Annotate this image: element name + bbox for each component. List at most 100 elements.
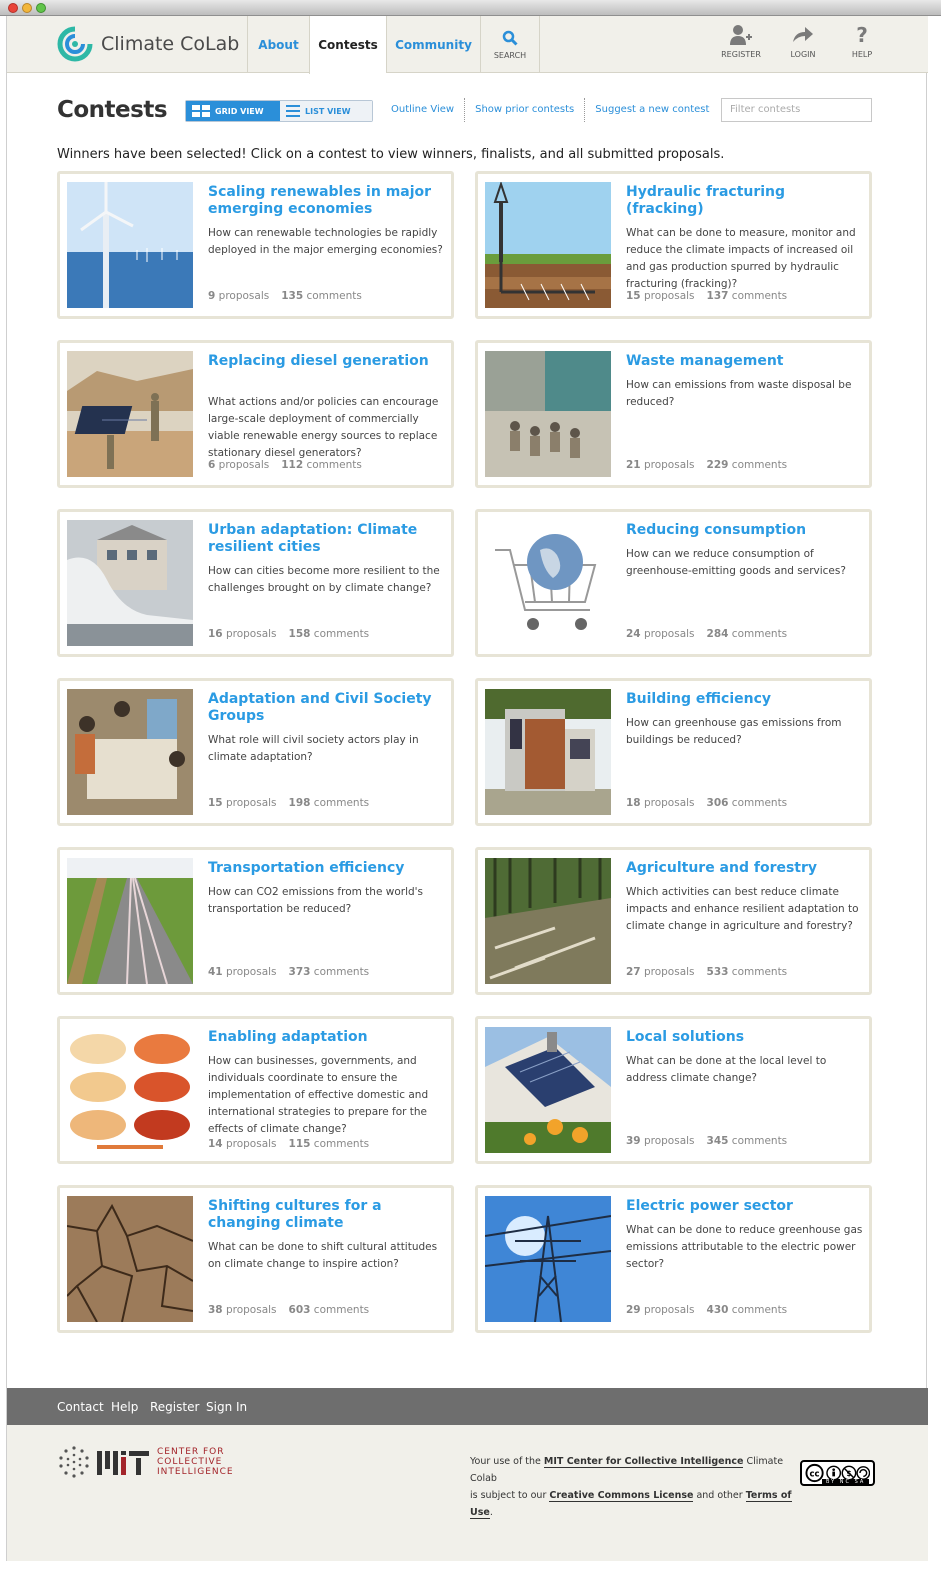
mit-cci-link[interactable]: MIT Center for Collective Intelligence	[543, 1456, 744, 1468]
comment-count: 533	[706, 966, 729, 978]
solar-roof-image	[485, 1027, 611, 1153]
logged-forest-image	[485, 858, 611, 984]
comment-count: 284	[706, 628, 729, 640]
contest-thumbnail[interactable]	[67, 182, 193, 308]
contest-card[interactable]: Building efficiency How can greenhouse ga…	[475, 678, 872, 826]
contest-title[interactable]: Agriculture and forestry	[626, 860, 866, 877]
contest-stats: 9 proposals 135 comments	[208, 290, 362, 302]
contest-title[interactable]: Shifting cultures for a changing climate	[208, 1198, 448, 1232]
contest-card[interactable]: Scaling renewables in major emerging eco…	[57, 171, 454, 319]
contest-thumbnail[interactable]	[67, 520, 193, 646]
creative-commons-badge[interactable]: cc $ BY NC SA	[800, 1460, 875, 1486]
contest-title[interactable]: Building efficiency	[626, 691, 866, 708]
contest-title[interactable]: Urban adaptation: Climate resilient citi…	[208, 522, 448, 556]
contest-card[interactable]: Electric power sector What can be done to…	[475, 1185, 872, 1333]
mit-cci-logo[interactable]: CENTER FOR COLLECTIVE INTELLIGENCE	[57, 1445, 234, 1479]
contest-stats: 16 proposals 158 comments	[208, 628, 369, 640]
contest-thumbnail[interactable]	[67, 1196, 193, 1322]
contest-title[interactable]: Waste management	[626, 353, 866, 370]
contest-thumbnail[interactable]	[485, 689, 611, 815]
contest-card[interactable]: Local solutions What can be done at the l…	[475, 1016, 872, 1164]
contest-thumbnail[interactable]	[485, 1027, 611, 1153]
contest-thumbnail[interactable]	[67, 1027, 193, 1153]
grid-view-button[interactable]: GRID VIEW	[186, 101, 280, 121]
comment-count: 158	[288, 628, 311, 640]
list-view-button[interactable]: LIST VIEW	[280, 101, 372, 121]
suggest-contest-link[interactable]: Suggest a new contest	[585, 98, 719, 122]
contest-card[interactable]: Transportation efficiency How can CO2 emi…	[57, 847, 454, 995]
contest-card[interactable]: Enabling adaptation How can businesses, g…	[57, 1016, 454, 1164]
nav-community[interactable]: Community	[386, 16, 480, 73]
proposal-count: 29	[626, 1304, 641, 1316]
minimize-window-button[interactable]	[22, 3, 32, 13]
contest-thumbnail[interactable]	[67, 351, 193, 477]
contest-stats: 21 proposals 229 comments	[626, 459, 787, 471]
proposals-label: proposals	[643, 1304, 695, 1316]
help-button[interactable]: ? HELP	[837, 24, 887, 59]
contest-card[interactable]: Hydraulic fracturing (fracking) What can …	[475, 171, 872, 319]
contest-description: How can CO2 emissions from the world's t…	[208, 886, 424, 915]
nav-search[interactable]: SEARCH	[480, 16, 540, 73]
proposals-label: proposals	[218, 290, 270, 302]
contest-card[interactable]: Waste management How can emissions from w…	[475, 340, 872, 488]
register-button[interactable]: REGISTER	[716, 24, 766, 59]
comments-label: comments	[306, 459, 362, 471]
zoom-window-button[interactable]	[36, 3, 46, 13]
contest-card[interactable]: Agriculture and forestry Which activities…	[475, 847, 872, 995]
contest-title[interactable]: Scaling renewables in major emerging eco…	[208, 184, 448, 218]
contest-title[interactable]: Reducing consumption	[626, 522, 866, 539]
contest-stats: 39 proposals 345 comments	[626, 1135, 787, 1147]
close-window-button[interactable]	[8, 3, 18, 13]
contest-title[interactable]: Enabling adaptation	[208, 1029, 448, 1046]
outline-view-link[interactable]: Outline View	[381, 98, 466, 122]
comment-count: 603	[288, 1304, 311, 1316]
footer-register-link[interactable]: Register	[150, 1400, 199, 1414]
contest-title[interactable]: Local solutions	[626, 1029, 866, 1046]
contest-thumbnail[interactable]	[67, 858, 193, 984]
proposal-count: 9	[208, 290, 216, 302]
show-prior-contests-link[interactable]: Show prior contests	[465, 98, 586, 122]
proposal-count: 27	[626, 966, 641, 978]
login-button[interactable]: LOGIN	[778, 24, 828, 59]
nav-about[interactable]: About	[247, 16, 309, 73]
contest-links: Outline View Show prior contests Suggest…	[381, 98, 719, 122]
contest-card[interactable]: Shifting cultures for a changing climate…	[57, 1185, 454, 1333]
window-titlebar	[0, 0, 941, 16]
proposals-label: proposals	[225, 1304, 277, 1316]
comments-label: comments	[313, 628, 370, 640]
cc-license-link[interactable]: Creative Commons License	[549, 1490, 694, 1502]
comments-label: comments	[306, 290, 362, 302]
contest-title[interactable]: Replacing diesel generation	[208, 353, 448, 370]
contest-card[interactable]: Adaptation and Civil Society Groups What …	[57, 678, 454, 826]
contest-card[interactable]: Urban adaptation: Climate resilient citi…	[57, 509, 454, 657]
contest-title[interactable]: Electric power sector	[626, 1198, 866, 1215]
site-logo[interactable]: Climate CoLab	[57, 26, 239, 62]
contest-thumbnail[interactable]	[485, 1196, 611, 1322]
footer-help-link[interactable]: Help	[111, 1400, 138, 1414]
help-label: HELP	[851, 50, 873, 59]
wind-turbines-image	[67, 182, 193, 308]
contest-thumbnail[interactable]	[67, 689, 193, 815]
contest-thumbnail[interactable]	[485, 351, 611, 477]
contest-title[interactable]: Transportation efficiency	[208, 860, 448, 877]
contest-thumbnail[interactable]	[485, 182, 611, 308]
proposals-label: proposals	[225, 797, 277, 809]
nav-contests[interactable]: Contests	[309, 16, 386, 74]
contest-thumbnail[interactable]	[485, 858, 611, 984]
contest-card[interactable]: Replacing diesel generation What actions …	[57, 340, 454, 488]
comments-label: comments	[731, 628, 788, 640]
contest-card[interactable]: Reducing consumption How can we reduce co…	[475, 509, 872, 657]
view-toggle: GRID VIEW LIST VIEW	[185, 100, 373, 122]
filter-contests-input[interactable]: Filter contests	[721, 98, 872, 122]
contest-description: How can we reduce consumption of greenho…	[626, 548, 846, 577]
contest-title[interactable]: Hydraulic fracturing (fracking)	[626, 184, 866, 218]
footer-contact-link[interactable]: Contact	[57, 1400, 104, 1414]
login-label: LOGIN	[790, 50, 816, 59]
contest-description: How can businesses, governments, and ind…	[208, 1055, 429, 1135]
browser-viewport: Climate CoLab About Contests Community S…	[6, 16, 928, 1561]
comment-count: 115	[288, 1138, 311, 1150]
contest-title[interactable]: Adaptation and Civil Society Groups	[208, 691, 448, 725]
contest-description: Which activities can best reduce climate…	[626, 886, 859, 932]
footer-signin-link[interactable]: Sign In	[206, 1400, 247, 1414]
contest-thumbnail[interactable]	[485, 520, 611, 646]
